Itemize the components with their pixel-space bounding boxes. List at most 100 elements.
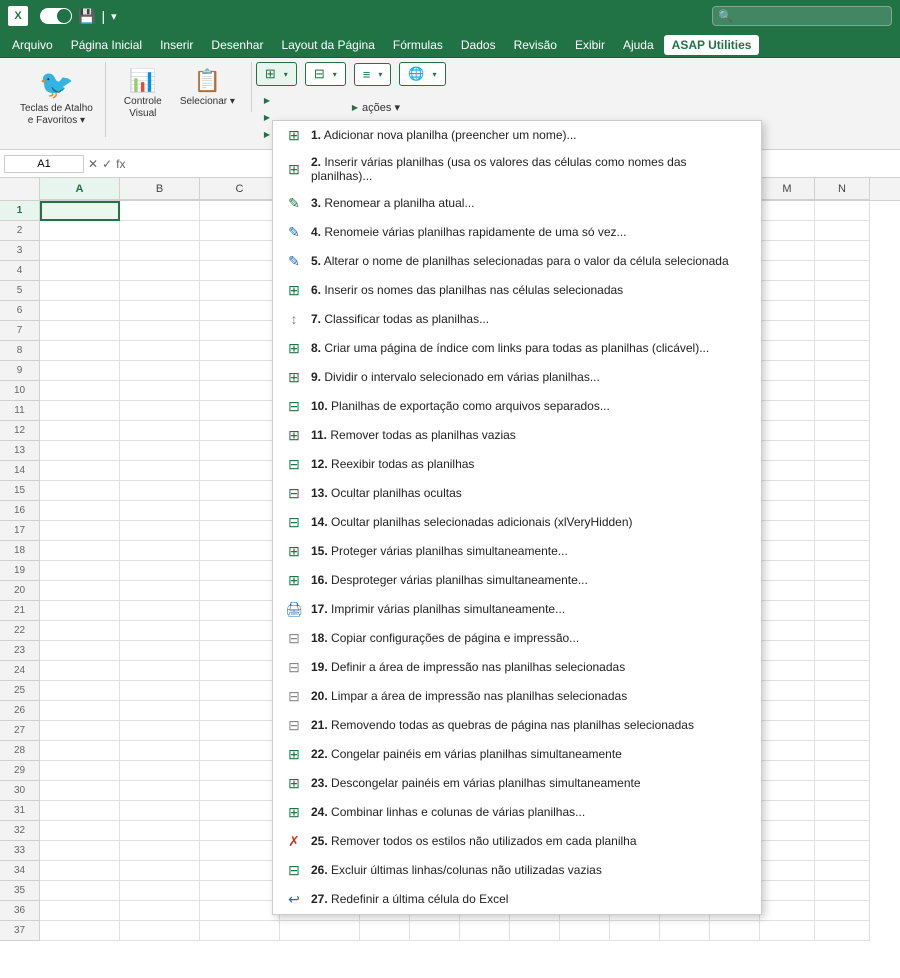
cell-n33[interactable] — [815, 841, 870, 861]
cell-m22[interactable] — [760, 621, 815, 641]
cell-a28[interactable] — [40, 741, 120, 761]
cell-m37[interactable] — [760, 921, 815, 941]
cell-n11[interactable] — [815, 401, 870, 421]
cell-a22[interactable] — [40, 621, 120, 641]
cell-n29[interactable] — [815, 761, 870, 781]
cell-b21[interactable] — [120, 601, 200, 621]
row-header-33[interactable]: 33 — [0, 841, 40, 861]
cell-c16[interactable] — [200, 501, 280, 521]
cell-b20[interactable] — [120, 581, 200, 601]
row-header-22[interactable]: 22 — [0, 621, 40, 641]
cell-m11[interactable] — [760, 401, 815, 421]
dropdown-item-12[interactable]: ⊟ 12. Reexibir todas as planilhas — [273, 450, 761, 479]
dropdown-item-15[interactable]: ⊞ 15. Proteger várias planilhas simultan… — [273, 537, 761, 566]
cell-b24[interactable] — [120, 661, 200, 681]
cell-b18[interactable] — [120, 541, 200, 561]
autosave-toggle[interactable] — [40, 8, 72, 24]
menu-dados[interactable]: Dados — [453, 35, 504, 55]
cell-a23[interactable] — [40, 641, 120, 661]
menu-arquivo[interactable]: Arquivo — [4, 35, 61, 55]
dropdown-item-7[interactable]: ↕ 7. Classificar todas as planilhas... — [273, 305, 761, 334]
cell-b16[interactable] — [120, 501, 200, 521]
cell-a12[interactable] — [40, 421, 120, 441]
cell-a18[interactable] — [40, 541, 120, 561]
cell-n16[interactable] — [815, 501, 870, 521]
dropdown-item-13[interactable]: ⊟ 13. Ocultar planilhas ocultas — [273, 479, 761, 508]
cell-j37[interactable] — [610, 921, 660, 941]
cell-n7[interactable] — [815, 321, 870, 341]
menu-layout[interactable]: Layout da Página — [273, 35, 382, 55]
cell-a14[interactable] — [40, 461, 120, 481]
row-header-5[interactable]: 5 — [0, 281, 40, 301]
web-dropdown-btn[interactable]: 🌐 ▾ — [399, 62, 445, 86]
cell-c32[interactable] — [200, 821, 280, 841]
cell-m27[interactable] — [760, 721, 815, 741]
cell-m35[interactable] — [760, 881, 815, 901]
cell-m10[interactable] — [760, 381, 815, 401]
cell-c5[interactable] — [200, 281, 280, 301]
dropdown-item-22[interactable]: ⊞ 22. Congelar painéis em várias planilh… — [273, 740, 761, 769]
cell-a11[interactable] — [40, 401, 120, 421]
row-header-2[interactable]: 2 — [0, 221, 40, 241]
cell-f37[interactable] — [410, 921, 460, 941]
cell-m13[interactable] — [760, 441, 815, 461]
dropdown-item-21[interactable]: ⊟ 21. Removendo todas as quebras de pági… — [273, 711, 761, 740]
cell-b6[interactable] — [120, 301, 200, 321]
dropdown-item-16[interactable]: ⊞ 16. Desproteger várias planilhas simul… — [273, 566, 761, 595]
cell-a37[interactable] — [40, 921, 120, 941]
cell-b17[interactable] — [120, 521, 200, 541]
cell-a8[interactable] — [40, 341, 120, 361]
cell-m36[interactable] — [760, 901, 815, 921]
cell-c34[interactable] — [200, 861, 280, 881]
cell-a27[interactable] — [40, 721, 120, 741]
cell-b23[interactable] — [120, 641, 200, 661]
row-header-32[interactable]: 32 — [0, 821, 40, 841]
dropdown-item-14[interactable]: ⊟ 14. Ocultar planilhas selecionadas adi… — [273, 508, 761, 537]
cell-a29[interactable] — [40, 761, 120, 781]
col-header-n[interactable]: N — [815, 178, 870, 200]
cell-a34[interactable] — [40, 861, 120, 881]
cell-c23[interactable] — [200, 641, 280, 661]
row-header-6[interactable]: 6 — [0, 301, 40, 321]
cell-i37[interactable] — [560, 921, 610, 941]
col-header-a[interactable]: A — [40, 178, 120, 200]
cell-m1[interactable] — [760, 201, 815, 221]
cell-n31[interactable] — [815, 801, 870, 821]
cell-c3[interactable] — [200, 241, 280, 261]
cell-c4[interactable] — [200, 261, 280, 281]
cell-n3[interactable] — [815, 241, 870, 261]
row-header-18[interactable]: 18 — [0, 541, 40, 561]
cell-m31[interactable] — [760, 801, 815, 821]
cell-b4[interactable] — [120, 261, 200, 281]
cell-m18[interactable] — [760, 541, 815, 561]
btn-selecionar[interactable]: 📋 Selecionar ▾ — [176, 66, 239, 122]
cell-a24[interactable] — [40, 661, 120, 681]
menu-ajuda[interactable]: Ajuda — [615, 35, 662, 55]
cell-n17[interactable] — [815, 521, 870, 541]
row-header-24[interactable]: 24 — [0, 661, 40, 681]
cell-m14[interactable] — [760, 461, 815, 481]
row-header-17[interactable]: 17 — [0, 521, 40, 541]
row-header-12[interactable]: 12 — [0, 421, 40, 441]
cell-c13[interactable] — [200, 441, 280, 461]
cell-a9[interactable] — [40, 361, 120, 381]
cell-c14[interactable] — [200, 461, 280, 481]
row-header-20[interactable]: 20 — [0, 581, 40, 601]
cell-n35[interactable] — [815, 881, 870, 901]
cell-b10[interactable] — [120, 381, 200, 401]
col-header-m[interactable]: M — [760, 178, 815, 200]
cell-c18[interactable] — [200, 541, 280, 561]
cell-n13[interactable] — [815, 441, 870, 461]
cell-a6[interactable] — [40, 301, 120, 321]
menu-pagina-inicial[interactable]: Página Inicial — [63, 35, 150, 55]
cell-a31[interactable] — [40, 801, 120, 821]
dropdown-item-17[interactable]: 🖨 17. Imprimir várias planilhas simultan… — [273, 595, 761, 624]
cell-b15[interactable] — [120, 481, 200, 501]
cell-n25[interactable] — [815, 681, 870, 701]
cell-n21[interactable] — [815, 601, 870, 621]
cell-c8[interactable] — [200, 341, 280, 361]
cell-m8[interactable] — [760, 341, 815, 361]
row-header-14[interactable]: 14 — [0, 461, 40, 481]
dropdown-item-11[interactable]: ⊞ 11. Remover todas as planilhas vazias — [273, 421, 761, 450]
cell-a10[interactable] — [40, 381, 120, 401]
